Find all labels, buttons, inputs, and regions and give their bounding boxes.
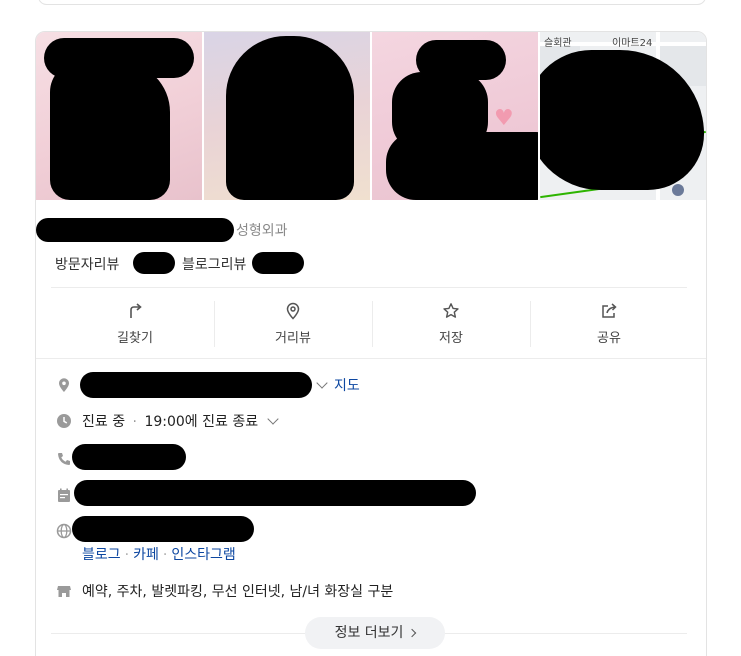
store-icon	[57, 586, 71, 597]
address-row: 지도	[56, 372, 676, 398]
address-redacted	[80, 372, 312, 398]
redaction	[50, 62, 170, 200]
homepage-redacted	[72, 516, 254, 542]
blog-review-link[interactable]: 블로그리뷰	[182, 254, 246, 274]
amenities-text: 예약, 주차, 발렛파킹, 무선 인터넷, 남/녀 화장실 구분	[82, 584, 394, 600]
map-poi-icon	[672, 184, 684, 196]
redaction	[226, 36, 354, 200]
cafe-link[interactable]: 카페	[133, 547, 159, 563]
map-thumbnail[interactable]: 슬회관 이마트24	[540, 32, 706, 200]
share-icon	[602, 303, 617, 318]
action-bar: 길찾기 거리뷰 저장 공유	[36, 289, 706, 359]
blog-link[interactable]: 블로그	[82, 547, 121, 563]
directions-button[interactable]: 길찾기	[56, 289, 214, 359]
place-photo-2[interactable]	[204, 32, 370, 200]
more-info-button[interactable]: 정보 더보기	[305, 617, 445, 649]
redaction	[133, 252, 175, 274]
review-summary: 방문자리뷰 블로그리뷰	[55, 252, 315, 274]
map-label: 슬회관	[544, 38, 572, 49]
hours-row[interactable]: 진료 중 · 19:00에 진료 종료	[56, 410, 676, 432]
phone-row	[56, 444, 676, 470]
phone-redacted	[72, 444, 186, 470]
globe-icon	[56, 523, 72, 539]
place-photo-3[interactable]: ♥	[372, 32, 538, 200]
clock-icon	[57, 414, 71, 428]
divider	[51, 287, 687, 288]
share-label: 공유	[597, 331, 621, 346]
homepage-links: 블로그 · 카페 · 인스타그램	[82, 544, 236, 564]
save-label: 저장	[439, 331, 463, 346]
instagram-link[interactable]: 인스타그램	[171, 547, 235, 563]
photo-strip: ♥ 슬회관 이마트24	[36, 32, 706, 200]
share-button[interactable]: 공유	[530, 289, 688, 359]
location-pin-icon	[59, 378, 69, 392]
homepage-row	[56, 516, 676, 542]
hours-separator: ·	[132, 414, 137, 430]
visitor-review-link[interactable]: 방문자리뷰	[55, 254, 119, 274]
booking-row	[56, 480, 676, 506]
map-label: 이마트24	[612, 38, 653, 49]
location-pin-icon	[286, 302, 300, 320]
place-title-row: 성형외과	[36, 218, 706, 242]
section-divider	[36, 358, 706, 359]
link-separator: ·	[124, 547, 130, 563]
phone-icon	[58, 453, 70, 465]
more-info-label: 정보 더보기	[334, 625, 404, 641]
previous-card-edge	[38, 0, 706, 5]
place-category: 성형외과	[236, 223, 288, 239]
hours-status: 진료 중	[82, 414, 126, 430]
heart-icon: ♥	[494, 106, 514, 131]
place-photo-1[interactable]	[36, 32, 202, 200]
booking-redacted	[74, 480, 476, 506]
street-view-label: 거리뷰	[275, 331, 311, 346]
hours-text: 진료 중 · 19:00에 진료 종료	[82, 411, 279, 431]
chevron-down-icon[interactable]	[266, 413, 279, 425]
chevron-down-icon[interactable]	[316, 377, 328, 389]
directions-label: 길찾기	[117, 331, 153, 346]
redaction	[252, 252, 304, 274]
street-view-button[interactable]: 거리뷰	[214, 289, 372, 359]
chevron-right-icon	[408, 628, 417, 638]
place-card: ♥ 슬회관 이마트24 성형외과 방문자리뷰 블로그리뷰 길찾기 거리뷰 저장 …	[35, 31, 707, 656]
map-link[interactable]: 지도	[334, 375, 360, 395]
amenities-row: 예약, 주차, 발렛파킹, 무선 인터넷, 남/녀 화장실 구분	[56, 580, 676, 602]
hours-detail: 19:00에 진료 종료	[144, 414, 259, 430]
place-name-redacted	[36, 218, 234, 242]
link-separator: ·	[162, 547, 168, 563]
redaction	[386, 132, 538, 200]
calendar-icon	[58, 488, 70, 502]
save-button[interactable]: 저장	[372, 289, 530, 359]
star-icon	[443, 303, 459, 318]
directions-icon	[130, 303, 142, 318]
